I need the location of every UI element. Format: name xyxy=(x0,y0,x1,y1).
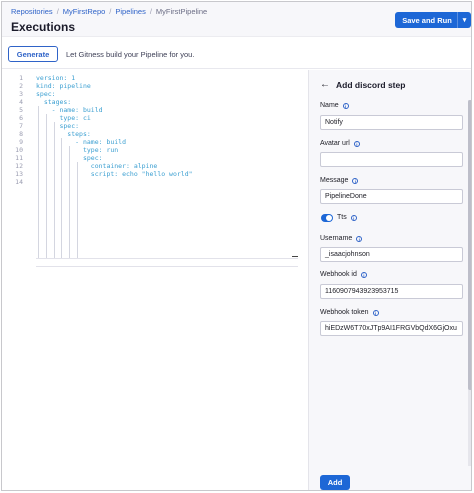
code-line: - name: build xyxy=(36,138,127,146)
page-title: Executions xyxy=(11,20,76,34)
scrollbar-thumb[interactable] xyxy=(468,100,471,390)
line-number: 10 xyxy=(15,146,23,154)
generate-hint-text: Let Gitness build your Pipeline for you. xyxy=(66,50,195,59)
line-number: 6 xyxy=(19,114,23,122)
breadcrumb-separator: / xyxy=(149,7,152,16)
code-lines[interactable]: version: 1 kind: pipeline spec: stages: … xyxy=(36,74,298,186)
code-line: kind: pipeline xyxy=(36,82,91,90)
info-icon[interactable]: i xyxy=(356,235,363,242)
add-button[interactable]: Add xyxy=(320,475,350,490)
code-line: container: alpine xyxy=(36,162,158,170)
line-number: 3 xyxy=(19,90,23,98)
toggle-knob xyxy=(326,215,332,221)
add-step-panel: ← Add discord step Name i Notify Avatar … xyxy=(308,70,471,490)
code-line: spec: xyxy=(36,90,56,98)
code-line: - name: build xyxy=(36,106,103,114)
breadcrumb-separator: / xyxy=(109,7,112,16)
line-number: 4 xyxy=(19,98,23,106)
line-number: 2 xyxy=(19,82,23,90)
info-icon[interactable]: i xyxy=(352,177,359,184)
code-line: spec: xyxy=(36,154,103,162)
generate-bar: Generate Let Gitness build your Pipeline… xyxy=(2,38,471,69)
panel-title: Add discord step xyxy=(336,80,406,90)
line-number: 13 xyxy=(15,170,23,178)
breadcrumb-repo[interactable]: MyFirstRepo xyxy=(63,7,106,16)
code-line: version: 1 xyxy=(36,74,76,82)
name-label: Name i xyxy=(320,102,349,109)
line-number: 14 xyxy=(15,178,23,186)
tts-label: Tts i xyxy=(337,214,357,221)
webhook-id-input[interactable]: 1160907943923953715 xyxy=(320,284,463,299)
name-input[interactable]: Notify xyxy=(320,115,463,130)
info-icon[interactable]: i xyxy=(350,214,357,221)
webhook-token-label: Webhook token i xyxy=(320,309,379,316)
code-line: type: ci xyxy=(36,114,91,122)
code-line: spec: xyxy=(36,122,80,130)
generate-button[interactable]: Generate xyxy=(8,46,58,62)
chevron-down-icon[interactable]: ▾ xyxy=(457,12,471,28)
line-number: 9 xyxy=(19,138,23,146)
code-line: steps: xyxy=(36,130,91,138)
breadcrumb: Repositories / MyFirstRepo / Pipelines /… xyxy=(11,7,207,16)
breadcrumb-pipelines[interactable]: Pipelines xyxy=(115,7,145,16)
message-label: Message i xyxy=(320,177,359,184)
line-number: 1 xyxy=(19,74,23,82)
yaml-editor[interactable]: 1 2 3 4 5 6 7 8 9 10 11 12 13 14 version… xyxy=(2,70,306,490)
webhook-token-label-text: Webhook token xyxy=(320,309,369,316)
name-label-text: Name xyxy=(320,102,339,109)
info-icon[interactable]: i xyxy=(360,271,367,278)
panel-header: ← Add discord step xyxy=(320,80,406,91)
avatar-url-label: Avatar url i xyxy=(320,140,360,147)
username-label: Username i xyxy=(320,235,363,242)
username-input[interactable]: _isaacjohnson xyxy=(320,247,463,262)
code-line: stages: xyxy=(36,98,72,106)
line-number: 11 xyxy=(15,154,23,162)
page-header: Repositories / MyFirstRepo / Pipelines /… xyxy=(2,2,471,37)
line-number: 8 xyxy=(19,130,23,138)
avatar-url-input[interactable] xyxy=(320,152,463,167)
breadcrumb-current: MyFirstPipeline xyxy=(155,7,208,16)
info-icon[interactable]: i xyxy=(342,102,349,109)
webhook-id-label-text: Webhook id xyxy=(320,271,357,278)
line-number: 7 xyxy=(19,122,23,130)
webhook-id-label: Webhook id i xyxy=(320,271,367,278)
message-input[interactable]: PipelineDone xyxy=(320,189,463,204)
text-cursor xyxy=(292,256,298,257)
panel-scrollbar[interactable] xyxy=(468,100,471,466)
save-and-run-button[interactable]: Save and Run ▾ xyxy=(395,12,471,28)
breadcrumb-separator: / xyxy=(56,7,59,16)
webhook-token-input[interactable]: hiEDzW6T70xJTp9AI1FRGVbQdX6GjOxu xyxy=(320,321,463,336)
line-number-gutter: 1 2 3 4 5 6 7 8 9 10 11 12 13 14 xyxy=(2,74,26,186)
current-line-highlight xyxy=(36,258,298,267)
breadcrumb-repositories[interactable]: Repositories xyxy=(11,7,53,16)
save-and-run-label: Save and Run xyxy=(402,15,452,25)
arrow-left-icon[interactable]: ← xyxy=(320,80,330,90)
line-number: 5 xyxy=(19,106,23,114)
code-line: type: run xyxy=(36,146,119,154)
line-number: 12 xyxy=(15,162,23,170)
username-label-text: Username xyxy=(320,235,353,242)
info-icon[interactable]: i xyxy=(353,140,360,147)
tts-label-text: Tts xyxy=(337,214,347,221)
info-icon[interactable]: i xyxy=(372,309,379,316)
avatar-url-label-text: Avatar url xyxy=(320,140,350,147)
message-label-text: Message xyxy=(320,177,349,184)
app-window: Repositories / MyFirstRepo / Pipelines /… xyxy=(1,1,472,491)
tts-toggle[interactable] xyxy=(321,214,333,222)
code-line: script: echo "hello world" xyxy=(36,170,193,178)
